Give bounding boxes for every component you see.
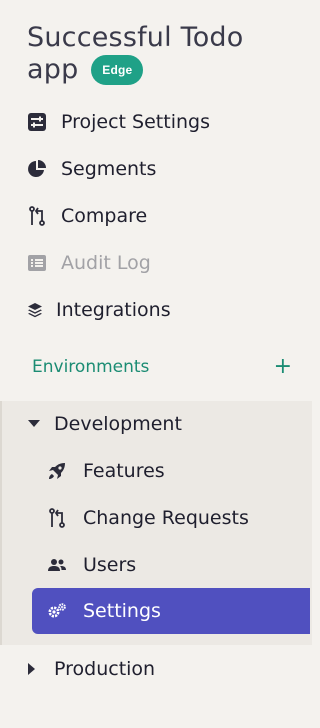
env-item-features[interactable]: Features <box>46 456 165 486</box>
layers-icon <box>26 299 44 321</box>
nav-project-settings[interactable]: Project Settings <box>26 107 210 137</box>
sliders-icon <box>26 111 48 133</box>
nav-label: Compare <box>61 205 148 227</box>
nav-audit-log[interactable]: Audit Log <box>26 248 151 278</box>
cogs-icon <box>46 600 68 622</box>
nav-label: Integrations <box>56 299 171 321</box>
env-item-settings[interactable]: Settings <box>32 588 310 634</box>
users-icon <box>46 554 68 576</box>
env-item-change-requests[interactable]: Change Requests <box>46 503 249 533</box>
environments-header: Environments + <box>32 354 292 380</box>
environment-name: Production <box>54 658 156 680</box>
pie-chart-icon <box>26 158 48 180</box>
change-requests-icon <box>46 507 68 529</box>
project-title-block: Successful Todo app Edge <box>27 22 297 86</box>
add-environment-button[interactable]: + <box>274 356 292 378</box>
nav-label: Audit Log <box>61 252 151 274</box>
environment-toggle-development[interactable]: Development <box>28 409 182 439</box>
page-title: Successful Todo app Edge <box>27 22 297 86</box>
environment-toggle-production[interactable]: Production <box>28 654 155 684</box>
env-item-users[interactable]: Users <box>46 550 136 580</box>
nav-integrations[interactable]: Integrations <box>26 295 171 325</box>
env-item-label: Settings <box>83 600 161 622</box>
caret-down-icon <box>28 420 46 428</box>
env-item-label: Features <box>83 460 165 482</box>
compare-icon <box>26 205 48 227</box>
project-title-line1: Successful Todo <box>27 22 244 53</box>
environment-name: Development <box>54 413 182 435</box>
nav-label: Segments <box>61 158 157 180</box>
env-item-label: Change Requests <box>83 507 249 529</box>
environments-title: Environments <box>32 357 150 377</box>
nav-label: Project Settings <box>61 111 210 133</box>
list-icon <box>26 252 48 274</box>
caret-right-icon <box>28 663 46 675</box>
nav-compare[interactable]: Compare <box>26 201 147 231</box>
edge-badge: Edge <box>91 55 144 85</box>
nav-segments[interactable]: Segments <box>26 154 156 184</box>
project-title-line2: app <box>27 54 79 85</box>
rocket-icon <box>46 460 68 482</box>
env-item-label: Users <box>83 554 137 576</box>
